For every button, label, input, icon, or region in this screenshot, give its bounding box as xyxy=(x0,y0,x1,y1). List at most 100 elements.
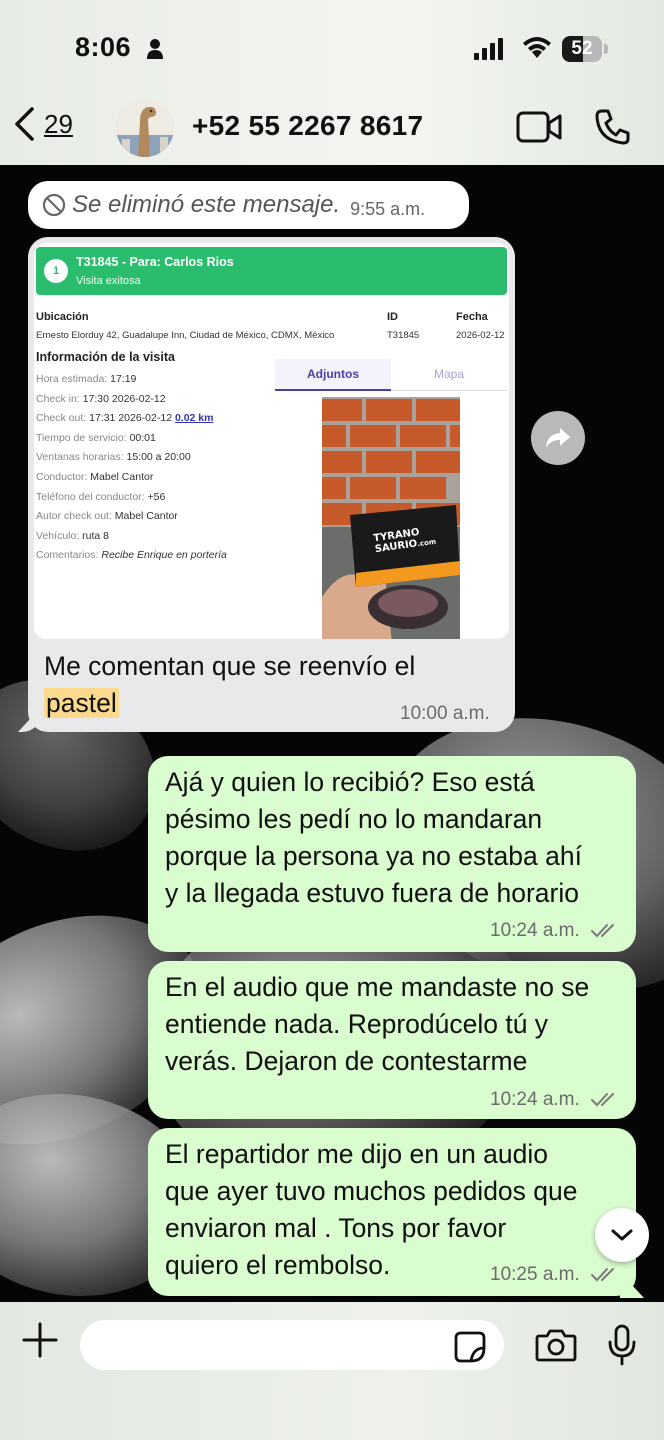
visit-info-label: Check in: xyxy=(36,392,80,405)
incoming-image-message[interactable]: 1 T31845 - Para: Carlos Rios Visita exit… xyxy=(28,237,515,732)
visit-info-label: Tiempo de servicio: xyxy=(36,431,127,444)
unread-count: 29 xyxy=(44,108,73,139)
visit-info-row: Ventanas horarias: 15:00 a 20:00 xyxy=(36,451,191,463)
visit-info-row: Check in: 17:30 2026-02-12 xyxy=(36,393,166,405)
date-value: 2026-02-12 xyxy=(456,330,505,341)
forward-arrow-icon xyxy=(546,428,570,448)
message-line: porque la persona ya no estaba ahí xyxy=(165,841,582,871)
visit-info-value: Mabel Cantor xyxy=(114,510,178,523)
location-label: Ubicación xyxy=(36,311,89,323)
brick-wall-photo-icon xyxy=(322,397,460,639)
message-time: 10:24 a.m. xyxy=(490,1089,580,1110)
visit-info-value: +56 xyxy=(147,490,166,503)
dinosaur-avatar-icon xyxy=(116,99,174,157)
visit-info-label: Autor check out: xyxy=(36,510,112,523)
visit-info-value: 17:19 xyxy=(110,373,137,385)
visit-info-value: 15:00 a 20:00 xyxy=(126,451,191,464)
microphone-icon[interactable] xyxy=(607,1324,637,1366)
id-label: ID xyxy=(387,311,398,323)
outgoing-message[interactable]: Ajá y quien lo recibió? Eso está pésimo … xyxy=(148,756,636,952)
read-receipt-icon xyxy=(591,1092,615,1107)
read-receipt-icon xyxy=(591,1267,615,1282)
message-line: enviaron mal . Tons por favor xyxy=(165,1213,507,1243)
plus-icon[interactable] xyxy=(22,1322,58,1358)
sticker-icon[interactable] xyxy=(453,1330,487,1364)
person-icon xyxy=(147,39,163,59)
visit-info-value: 17:31 2026-02-12 xyxy=(89,412,173,425)
signal-icon xyxy=(474,38,503,60)
message-text: Me comentan que se reenvío el pastel xyxy=(44,648,415,722)
visit-info-row: Conductor: Mabel Cantor xyxy=(36,471,153,483)
distance-link[interactable]: 0.02 km xyxy=(175,412,214,424)
tab-map: Mapa xyxy=(391,359,507,391)
message-time: 10:24 a.m. xyxy=(490,920,580,941)
forward-button[interactable] xyxy=(531,411,585,465)
visit-info-label: Comentarios: xyxy=(36,549,99,562)
message-time-row: 10:24 a.m. xyxy=(490,920,619,942)
message-text: En el audio que me mandaste no se entien… xyxy=(165,969,589,1080)
message-line: que ayer tuvo muchos pedidos que xyxy=(165,1176,578,1206)
visit-info-label: Check out: xyxy=(36,412,87,425)
visit-info-row: Check out: 17:31 2026-02-12 0.02 km xyxy=(36,412,213,424)
message-composer xyxy=(0,1302,664,1440)
visit-info-label: Hora estimada: xyxy=(36,373,108,385)
message-time-row: 10:25 a.m. xyxy=(490,1264,619,1286)
location-value: Ernesto Elorduy 42, Guadalupe Inn, Ciuda… xyxy=(36,330,335,341)
visit-info-value: Mabel Cantor xyxy=(90,471,154,483)
message-line: y la llegada estuvo fuera de horario xyxy=(165,878,579,908)
battery-indicator: 52 xyxy=(562,36,602,62)
message-input[interactable] xyxy=(80,1320,504,1370)
deleted-message-bubble[interactable]: Se eliminó este mensaje. 9:55 a.m. xyxy=(28,181,469,229)
message-line: Ajá y quien lo recibió? Eso está xyxy=(165,767,535,797)
visit-info-row: Teléfono del conductor: +56 xyxy=(36,491,165,503)
avatar[interactable] xyxy=(116,99,174,157)
report-status: Visita exitosa xyxy=(76,275,141,287)
message-time: 10:25 a.m. xyxy=(490,1264,580,1285)
report-header: 1 T31845 - Para: Carlos Rios Visita exit… xyxy=(36,247,507,295)
prohibited-icon xyxy=(42,193,66,217)
visit-info-row: Hora estimada: 17:19 xyxy=(36,373,136,385)
scroll-to-bottom-button[interactable] xyxy=(595,1208,649,1262)
report-title: T31845 - Para: Carlos Rios xyxy=(76,255,234,269)
visit-info-label: Conductor: xyxy=(36,471,88,483)
visit-info-value: 17:30 2026-02-12 xyxy=(82,392,166,405)
visit-info-row: Comentarios: Recibe Enrique en portería xyxy=(36,549,227,561)
delivery-photo: TYRANO SAURIO.com xyxy=(322,397,460,639)
visit-info-value: ruta 8 xyxy=(82,529,109,542)
delivery-report-image[interactable]: 1 T31845 - Para: Carlos Rios Visita exit… xyxy=(34,243,509,639)
message-line: verás. Dejaron de contestarme xyxy=(165,1046,528,1076)
message-line: pésimo les pedí no lo mandaran xyxy=(165,804,543,834)
status-time: 8:06 xyxy=(75,32,132,62)
id-value: T31845 xyxy=(387,330,420,341)
tab-attachments: Adjuntos xyxy=(275,359,391,391)
stop-number-badge: 1 xyxy=(44,259,68,283)
chat-header: 8:06 52 29 +52 55 2267 8617 xyxy=(0,0,664,165)
message-text: El repartidor me dijo en un audio que ay… xyxy=(165,1136,578,1284)
contact-name[interactable]: +52 55 2267 8617 xyxy=(192,110,423,142)
visit-info-value: 00:01 xyxy=(129,431,156,444)
visit-info-label: Vehículo: xyxy=(36,529,80,542)
battery-tip xyxy=(604,44,608,54)
outgoing-message[interactable]: En el audio que me mandaste no se entien… xyxy=(148,961,636,1119)
battery-percent: 52 xyxy=(571,38,593,59)
read-receipt-icon xyxy=(591,923,615,938)
chevron-down-icon xyxy=(611,1229,633,1241)
visit-info-label: Ventanas horarias: xyxy=(36,451,124,464)
highlighted-word: pastel xyxy=(44,688,119,718)
phone-icon[interactable] xyxy=(594,108,630,146)
visit-info-row: Vehículo: ruta 8 xyxy=(36,530,109,542)
message-time: 10:00 a.m. xyxy=(400,703,490,724)
video-call-icon[interactable] xyxy=(516,110,562,144)
visit-info-value: Recibe Enrique en portería xyxy=(101,549,227,562)
message-line: En el audio que me mandaste no se xyxy=(165,972,590,1002)
visit-info-label: Teléfono del conductor: xyxy=(36,490,145,503)
message-text: Ajá y quien lo recibió? Eso está pésimo … xyxy=(165,764,582,912)
visit-info-row: Tiempo de servicio: 00:01 xyxy=(36,432,156,444)
deleted-message-text: Se eliminó este mensaje. xyxy=(72,191,341,218)
camera-icon[interactable] xyxy=(535,1328,577,1362)
back-button[interactable]: 29 xyxy=(12,106,73,142)
date-label: Fecha xyxy=(456,311,488,323)
visit-info-row: Autor check out: Mabel Cantor xyxy=(36,510,178,522)
outgoing-message[interactable]: El repartidor me dijo en un audio que ay… xyxy=(148,1128,636,1296)
message-time-row: 10:24 a.m. xyxy=(490,1089,619,1111)
